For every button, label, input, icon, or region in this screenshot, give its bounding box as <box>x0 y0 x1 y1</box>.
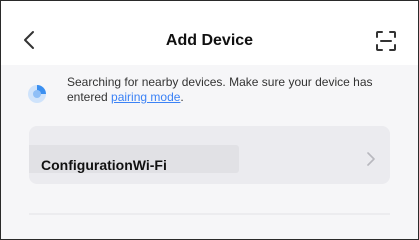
list-divider <box>29 213 390 215</box>
app-screen: Add Device Searching for nearby devices.… <box>0 0 419 240</box>
notice-text-after: . <box>180 90 184 104</box>
chevron-right-icon <box>367 152 375 166</box>
pairing-mode-link[interactable]: pairing mode <box>111 90 180 104</box>
network-name: ConfigurationWi-Fi <box>41 157 167 173</box>
header-bar: Add Device <box>1 1 418 65</box>
scan-icon[interactable] <box>374 29 398 53</box>
search-notice: Searching for nearby devices. Make sure … <box>19 67 399 117</box>
search-notice-text: Searching for nearby devices. Make sure … <box>67 75 397 105</box>
network-item-configuration-wifi[interactable]: ConfigurationWi-Fi <box>29 126 390 184</box>
searching-radar-icon <box>28 85 46 103</box>
page-title: Add Device <box>165 32 254 49</box>
